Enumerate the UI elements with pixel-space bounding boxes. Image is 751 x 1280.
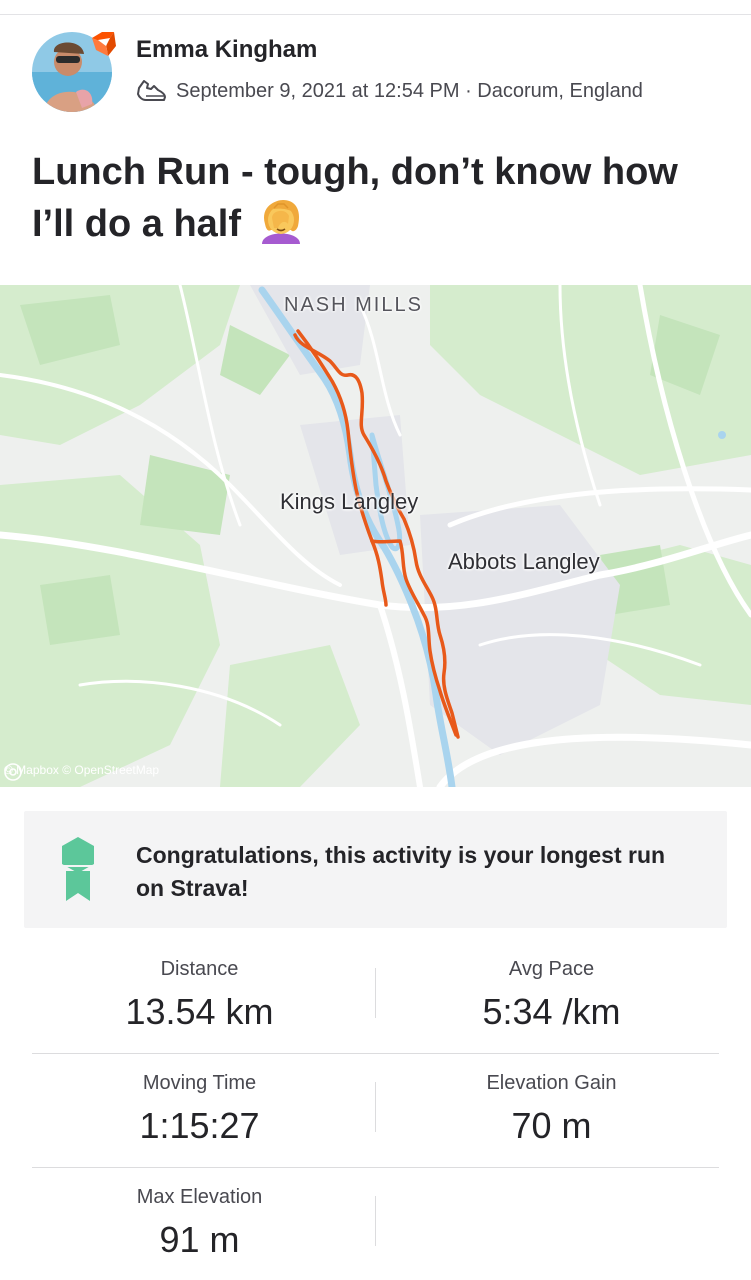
- stat-label: Elevation Gain: [486, 1072, 617, 1094]
- stats-row: Distance 13.54 km Avg Pace 5:34 /km: [32, 940, 719, 1054]
- athlete-name[interactable]: Emma Kingham: [136, 36, 317, 64]
- stat-max-elevation: Max Elevation 91 m: [32, 1184, 367, 1264]
- stat-value: 5:34 /km: [482, 991, 621, 1032]
- activity-header: Emma Kingham September 9, 2021 at 12:54 …: [32, 32, 722, 116]
- stat-value: 91 m: [159, 1219, 240, 1260]
- stats-row: Max Elevation 91 m: [32, 1168, 719, 1280]
- stat-divider: [375, 1082, 376, 1132]
- stat-label: Max Elevation: [136, 1186, 263, 1208]
- activity-date-location: September 9, 2021 at 12:54 PM · Dacorum,…: [176, 79, 643, 102]
- achievement-banner[interactable]: Congratulations, this activity is your l…: [24, 811, 727, 928]
- stat-avg-pace: Avg Pace 5:34 /km: [384, 956, 719, 1036]
- map-label-abbots-langley: Abbots Langley: [448, 549, 600, 574]
- activity-title-text: Lunch Run - tough, don’t know how I’ll d…: [32, 151, 678, 245]
- stat-empty: [384, 1184, 719, 1190]
- route-map[interactable]: NASH MILLS Kings Langley Abbots Langley …: [0, 285, 751, 787]
- map-attribution[interactable]: © Mapbox © OpenStreetMap: [4, 763, 160, 781]
- stat-moving-time: Moving Time 1:15:27: [32, 1070, 367, 1150]
- stat-label: Avg Pace: [508, 958, 595, 980]
- activity-title[interactable]: Lunch Run - tough, don’t know how I’ll d…: [32, 146, 722, 250]
- medal-icon: [62, 837, 94, 901]
- stat-value: 1:15:27: [139, 1105, 260, 1146]
- stat-label: Moving Time: [142, 1072, 257, 1094]
- subscriber-badge-icon: [88, 30, 118, 60]
- stat-divider: [375, 1196, 376, 1246]
- activity-meta: September 9, 2021 at 12:54 PM · Dacorum,…: [136, 76, 643, 106]
- map-label-kings-langley: Kings Langley: [280, 489, 419, 514]
- map-attribution-text: © Mapbox © OpenStreetMap: [4, 763, 160, 777]
- mapbox-logo-icon: [4, 763, 22, 781]
- stats-row: Moving Time 1:15:27 Elevation Gain 70 m: [32, 1054, 719, 1168]
- achievement-text: Congratulations, this activity is your l…: [136, 842, 666, 901]
- map-canvas: [0, 285, 751, 787]
- top-divider: [0, 14, 751, 15]
- stat-label: Distance: [160, 958, 239, 980]
- stat-elevation-gain: Elevation Gain 70 m: [384, 1070, 719, 1150]
- shoe-icon: [137, 80, 166, 101]
- stat-value: 70 m: [511, 1105, 592, 1146]
- stat-distance: Distance 13.54 km: [32, 956, 367, 1036]
- stat-value: 13.54 km: [125, 991, 274, 1032]
- stat-divider: [375, 968, 376, 1018]
- map-label-nash-mills: NASH MILLS: [284, 294, 423, 316]
- woman-facepalming-emoji-icon: [261, 200, 300, 244]
- stats-grid: Distance 13.54 km Avg Pace 5:34 /km Movi…: [32, 940, 719, 1280]
